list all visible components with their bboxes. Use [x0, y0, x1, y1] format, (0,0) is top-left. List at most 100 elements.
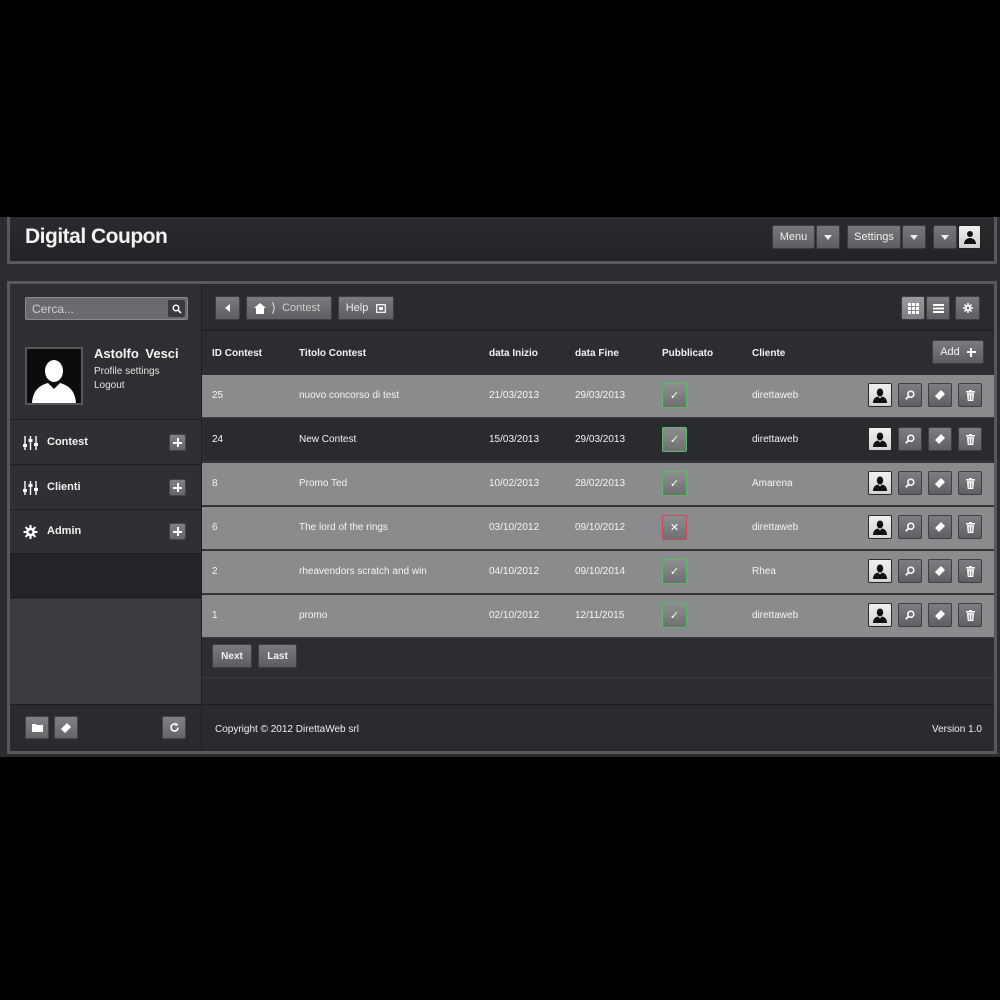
content-area: ⟩ Contest Help ID Contest Titolo Contest… — [202, 284, 994, 751]
column-header-published[interactable]: Pubblicato — [662, 348, 713, 359]
user-dropdown-toggle[interactable] — [933, 225, 957, 249]
search-icon — [905, 566, 915, 576]
eraser-icon — [61, 722, 71, 733]
published-check-toggle[interactable]: ✓ — [662, 559, 687, 584]
search-row-button[interactable] — [898, 471, 922, 495]
delete-row-button[interactable] — [958, 515, 982, 539]
table-row[interactable]: 25 nuovo concorso di test 21/03/2013 29/03/… — [202, 375, 994, 418]
column-header-end-date[interactable]: data Fine — [575, 348, 619, 359]
column-header-id[interactable]: ID Contest — [212, 348, 262, 359]
edit-row-button[interactable] — [928, 427, 952, 451]
next-page-button[interactable]: Next — [212, 644, 252, 668]
sidebar-item-admin[interactable]: Admin — [10, 510, 201, 554]
search-row-button[interactable] — [898, 559, 922, 583]
column-header-start-date[interactable]: data Inizio — [489, 348, 538, 359]
search-icon — [172, 304, 182, 314]
table-row[interactable]: 1 promo 02/10/2012 12/11/2015 direttaweb ✓ — [202, 595, 994, 638]
search-row-button[interactable] — [898, 603, 922, 627]
gear-icon — [962, 303, 973, 313]
refresh-button[interactable] — [162, 716, 186, 739]
delete-row-button[interactable] — [958, 383, 982, 407]
breadcrumb-current[interactable]: Contest — [282, 302, 320, 314]
edit-row-button[interactable] — [928, 515, 952, 539]
add-cliente-button[interactable] — [169, 479, 186, 496]
column-header-title[interactable]: Titolo Contest — [299, 348, 366, 359]
settings-button-label: Settings — [854, 231, 894, 243]
sidebar-item-clienti[interactable]: Clienti — [10, 466, 201, 510]
delete-row-button[interactable] — [958, 471, 982, 495]
column-header-client[interactable]: Cliente — [752, 348, 785, 359]
eraser-icon — [935, 434, 945, 444]
table-row[interactable]: 24 New Contest 15/03/2013 29/03/2013 diretta… — [202, 419, 994, 462]
trash-icon — [965, 565, 975, 577]
pagination: Next Last — [202, 639, 994, 677]
profile-settings-link[interactable]: Profile settings — [94, 366, 160, 377]
edit-button[interactable] — [54, 716, 78, 739]
cell-end-date: 29/03/2013 — [575, 390, 626, 401]
logout-link[interactable]: Logout — [94, 380, 125, 391]
delete-row-button[interactable] — [958, 559, 982, 583]
help-button-label: Help — [345, 302, 369, 314]
user-profile: Astolfo Vesci Profile settings Logout — [10, 332, 201, 420]
content-toolbar: ⟩ Contest Help — [202, 284, 994, 331]
cell-start-date: 21/03/2013 — [489, 390, 540, 401]
search-icon — [905, 390, 915, 400]
table-row[interactable]: 8 Promo Ted 10/02/2013 28/02/2013 Amarena ✓ — [202, 463, 994, 506]
add-contest-button[interactable]: Add — [932, 340, 984, 364]
eraser-icon — [935, 390, 945, 400]
search-icon — [905, 610, 915, 620]
delete-row-button[interactable] — [958, 603, 982, 627]
view-user-button[interactable] — [868, 427, 892, 451]
search-row-button[interactable] — [898, 515, 922, 539]
cross-icon: ✕ — [669, 522, 680, 534]
cell-id: 6 — [212, 522, 218, 533]
settings-dropdown-toggle[interactable] — [902, 225, 926, 249]
delete-row-button[interactable] — [958, 427, 982, 451]
help-button[interactable]: Help — [338, 296, 394, 320]
folder-button[interactable] — [25, 716, 49, 739]
settings-button[interactable]: Settings — [847, 225, 901, 249]
unpublished-toggle[interactable]: ✕ — [662, 515, 687, 540]
menu-dropdown-toggle[interactable] — [816, 225, 840, 249]
view-user-button[interactable] — [868, 515, 892, 539]
view-user-button[interactable] — [868, 603, 892, 627]
back-button[interactable] — [215, 296, 240, 320]
search-row-button[interactable] — [898, 427, 922, 451]
published-check-toggle[interactable]: ✓ — [662, 603, 687, 628]
list-view-button[interactable] — [926, 296, 950, 320]
table-row[interactable]: 2 rheavendors scratch and win 04/10/2012 09… — [202, 551, 994, 594]
plus-icon — [173, 438, 182, 447]
add-contest-button[interactable] — [169, 434, 186, 451]
settings-gear-button[interactable] — [955, 296, 980, 320]
published-check-toggle[interactable]: ✓ — [662, 427, 687, 452]
edit-row-button[interactable] — [928, 603, 952, 627]
published-check-toggle[interactable]: ✓ — [662, 471, 687, 496]
published-check-toggle[interactable]: ✓ — [662, 383, 687, 408]
last-page-button[interactable]: Last — [258, 644, 297, 668]
chevron-down-icon — [824, 234, 832, 240]
view-user-button[interactable] — [868, 559, 892, 583]
search-button[interactable] — [168, 300, 185, 317]
cell-client: Rhea — [752, 566, 776, 577]
view-user-button[interactable] — [868, 383, 892, 407]
view-user-button[interactable] — [868, 471, 892, 495]
search-row-button[interactable] — [898, 383, 922, 407]
home-icon[interactable] — [254, 302, 266, 314]
table-row[interactable]: 6 The lord of the rings 03/10/2012 09/10/20… — [202, 507, 994, 550]
edit-row-button[interactable] — [928, 383, 952, 407]
search-icon — [905, 478, 915, 488]
menu-button[interactable]: Menu — [772, 225, 815, 249]
cell-end-date: 09/10/2014 — [575, 566, 626, 577]
user-account-button[interactable] — [958, 225, 981, 249]
sidebar-item-contest[interactable]: Contest — [10, 421, 201, 465]
edit-row-button[interactable] — [928, 471, 952, 495]
main-panel: Astolfo Vesci Profile settings Logout Co… — [7, 281, 997, 754]
grid-view-button[interactable] — [901, 296, 925, 320]
search-input[interactable] — [26, 298, 161, 319]
cell-id: 1 — [212, 610, 218, 621]
cell-title: nuovo concorso di test — [299, 390, 400, 401]
edit-row-button[interactable] — [928, 559, 952, 583]
app-window: Digital Coupon Menu Settings Cerca... As… — [0, 217, 1000, 757]
add-admin-button[interactable] — [169, 523, 186, 540]
user-icon — [873, 608, 887, 623]
